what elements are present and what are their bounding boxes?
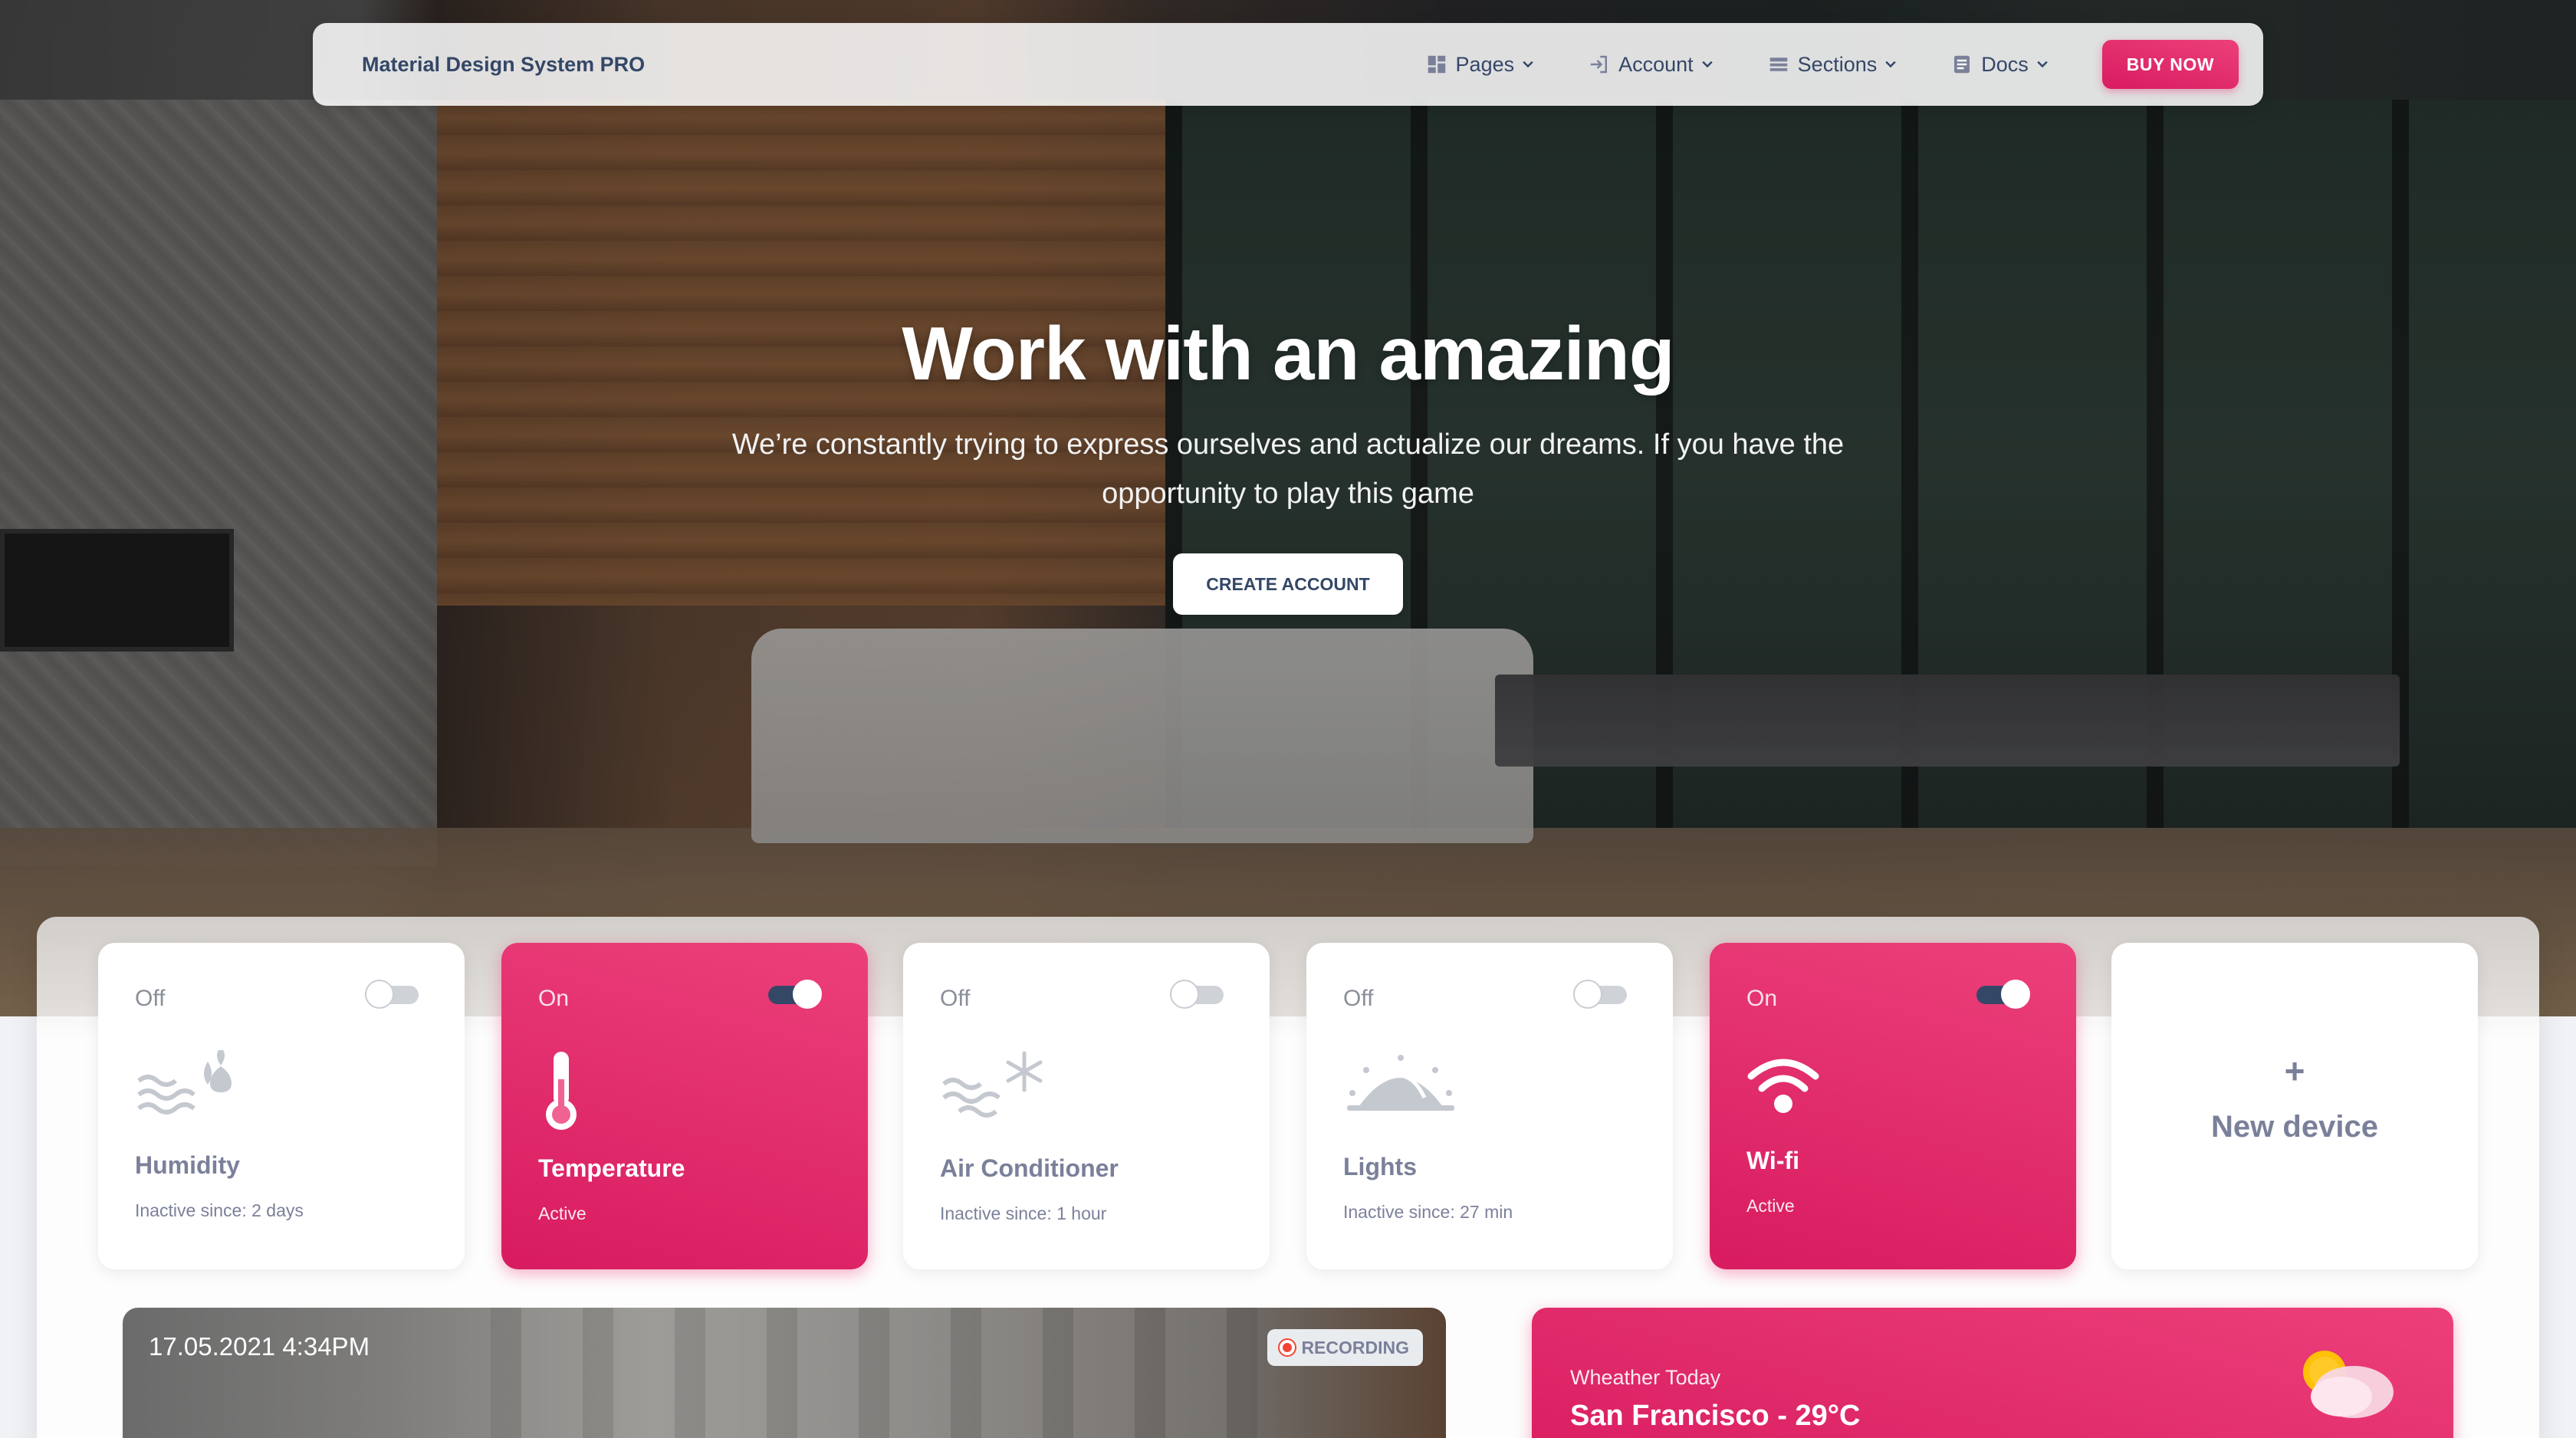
- plus-icon: +: [2284, 1051, 2305, 1091]
- device-toggle[interactable]: [1573, 980, 1627, 1009]
- chevron-down-icon: [2037, 61, 2048, 68]
- device-status: Active: [538, 1203, 586, 1223]
- device-toggle[interactable]: [365, 980, 419, 1009]
- device-name: Temperature: [538, 1154, 685, 1182]
- create-account-button[interactable]: CREATE ACCOUNT: [1173, 553, 1403, 615]
- wifi-icon: [1746, 1053, 1820, 1118]
- brand-logo-text[interactable]: Material Design System PRO: [362, 23, 645, 106]
- device-name: Air Conditioner: [940, 1154, 1119, 1182]
- view-list-icon: [1769, 57, 1787, 71]
- chevron-down-icon: [1701, 61, 1713, 68]
- device-status: Inactive since: 27 min: [1343, 1202, 1513, 1222]
- device-state: Off: [940, 986, 971, 1011]
- chevron-down-icon: [1523, 61, 1533, 68]
- humidity-icon: [135, 1047, 235, 1123]
- weather-city: San Francisco - 29°C: [1570, 1400, 1861, 1432]
- device-status: Inactive since: 1 hour: [940, 1203, 1107, 1223]
- nav-account-label: Account: [1618, 52, 1694, 76]
- nav-account[interactable]: Account: [1588, 53, 1715, 77]
- camera-feed-card[interactable]: 17.05.2021 4:34PM RECORDING: [123, 1308, 1446, 1438]
- device-status: Active: [1746, 1196, 1795, 1216]
- new-device-card[interactable]: + New device: [2111, 943, 2478, 1269]
- nav-sections[interactable]: Sections: [1767, 53, 1899, 77]
- device-state: On: [1746, 986, 1778, 1011]
- device-name: Lights: [1343, 1153, 1417, 1180]
- device-state: On: [538, 986, 570, 1011]
- device-status: Inactive since: 2 days: [135, 1200, 304, 1220]
- thermometer-icon: [538, 1049, 584, 1137]
- device-name: Humidity: [135, 1151, 240, 1179]
- nav-sections-label: Sections: [1797, 52, 1878, 76]
- login-icon: [1590, 55, 1608, 74]
- recording-label: RECORDING: [1301, 1337, 1409, 1358]
- new-device-label: New device: [2211, 1110, 2378, 1144]
- device-state: Off: [135, 986, 166, 1011]
- article-icon: [1954, 55, 1970, 74]
- recording-badge: RECORDING: [1267, 1329, 1423, 1366]
- lights-icon: [1343, 1053, 1458, 1118]
- weather-card: Wheather Today San Francisco - 29°C: [1532, 1308, 2453, 1438]
- device-state: Off: [1343, 986, 1374, 1011]
- device-card-humidity[interactable]: Off Humidity Inactive since: 2 days: [98, 943, 465, 1269]
- device-toggle[interactable]: [768, 980, 822, 1009]
- weather-label: Wheather Today: [1570, 1366, 1721, 1389]
- dashboard-icon: [1428, 55, 1445, 74]
- device-card-wifi[interactable]: On Wi-fi Active: [1710, 943, 2076, 1269]
- nav-pages-label: Pages: [1455, 52, 1515, 76]
- navbar: Material Design System PRO Pages Account…: [313, 23, 2263, 106]
- partly-cloudy-icon: [2292, 1338, 2400, 1427]
- nav-items: Pages Account Sections Docs BUY NOW: [1425, 23, 2239, 106]
- device-card-temperature[interactable]: On Temperature Active: [501, 943, 868, 1269]
- device-toggle[interactable]: [1170, 980, 1224, 1009]
- nav-docs-label: Docs: [1981, 52, 2029, 76]
- nav-docs[interactable]: Docs: [1950, 53, 2050, 77]
- device-toggle[interactable]: [1976, 980, 2030, 1009]
- record-icon: [1280, 1340, 1296, 1355]
- camera-timestamp: 17.05.2021 4:34PM: [149, 1332, 370, 1361]
- device-name: Wi-fi: [1746, 1147, 1800, 1174]
- air-conditioner-icon: [940, 1050, 1047, 1123]
- buy-now-button[interactable]: BUY NOW: [2101, 40, 2239, 89]
- device-card-air-conditioner[interactable]: Off Air Conditioner Inactive since: 1 ho…: [903, 943, 1270, 1269]
- hero-subtitle: We’re constantly trying to express ourse…: [731, 428, 1845, 510]
- hero-title: Work with an amazing: [902, 311, 1674, 396]
- nav-pages[interactable]: Pages: [1425, 53, 1536, 77]
- device-card-lights[interactable]: Off Lights Inactive since: 27 min: [1306, 943, 1673, 1269]
- chevron-down-icon: [1885, 61, 1896, 68]
